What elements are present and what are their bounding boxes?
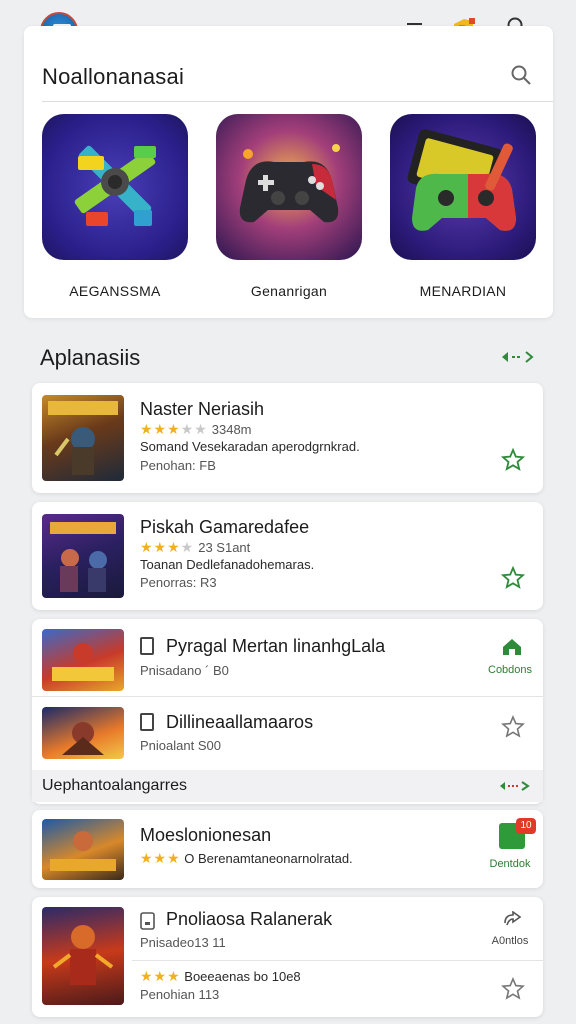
star-rating-icon: ★★★★ <box>140 539 195 555</box>
app-card[interactable]: Moeslonionesan ★★★ O Berenamtaneonarnolr… <box>32 810 543 888</box>
category-item[interactable]: AEGANSSMA <box>42 114 188 299</box>
app-description: Boeeaenas bo 10e8 <box>184 969 301 984</box>
app-subtext: Penohan: FB <box>140 458 216 473</box>
category-item[interactable]: Genanrigan <box>216 114 362 299</box>
favorite-star-icon[interactable] <box>501 714 525 739</box>
app-description: O Berenamtaneonarnolratad. <box>184 851 353 866</box>
app-subtext: Pnisadeo13 11 <box>140 935 226 950</box>
action-label[interactable]: Cobdons <box>488 664 532 676</box>
divider <box>132 960 543 961</box>
page-title: Noallonanasai <box>42 64 185 89</box>
list-item-title: Dillineaallamaaros <box>166 712 314 732</box>
list-item-subtext: Pnisadano ´ B0 <box>140 663 229 678</box>
subsection-more-arrow-icon[interactable] <box>498 778 532 799</box>
joystick-cross-icon <box>42 114 188 260</box>
section-more-arrow-icon[interactable] <box>500 348 536 371</box>
star-rating-icon: ★★★★★ <box>140 421 208 437</box>
section-title: Aplanasiis <box>40 345 141 370</box>
app-card[interactable]: Piskah Gamaredafee ★★★★ 23 S1ant Toanan D… <box>32 502 543 610</box>
app-thumbnail <box>42 907 124 1005</box>
subsection-header: Uephantoalangarres <box>32 770 543 802</box>
action-label[interactable]: Dentdok <box>488 858 532 870</box>
app-thumbnail <box>42 514 124 598</box>
app-title: Naster Neriasih <box>140 399 265 419</box>
app-title: Pnoliaosa Ralanerak <box>166 909 333 929</box>
app-description: Toanan Dedlefanadohemaras. <box>140 557 315 572</box>
category-label: Genanrigan <box>250 283 328 299</box>
select-checkbox[interactable] <box>140 713 154 731</box>
star-rating-icon: ★★★ <box>140 850 181 866</box>
card-search-icon[interactable] <box>508 62 534 88</box>
device-icon <box>140 912 156 935</box>
share-icon[interactable] <box>501 910 525 936</box>
list-item-title: Pyragal Mertan linanhgLala <box>166 636 386 656</box>
favorite-star-icon[interactable] <box>501 976 525 1001</box>
app-subtext: Penohian 113 <box>140 987 220 1002</box>
category-item[interactable]: MENARDIAN <box>390 114 536 299</box>
category-label: AEGANSSMA <box>69 283 161 299</box>
app-rating: ★★★★ 23 S1ant <box>140 539 250 556</box>
category-card: Noallonanasai AEGANSSMA Genanrigan MENAR… <box>24 26 553 318</box>
app-title: Piskah Gamaredafee <box>140 517 310 537</box>
gamepad-icon <box>216 114 362 260</box>
divider <box>32 696 543 697</box>
app-thumbnail <box>42 395 124 481</box>
favorite-star-icon[interactable] <box>500 447 526 472</box>
list-item-subtext: Pnioalant S00 <box>140 738 221 753</box>
app-subtext: Penorras: R3 <box>140 575 217 590</box>
category-label: MENARDIAN <box>419 283 507 299</box>
app-thumbnail <box>42 629 124 691</box>
favorite-star-icon[interactable] <box>500 565 526 590</box>
app-thumbnail <box>42 707 124 759</box>
app-description: Somand Vesekaradan aperodgrnkrad. <box>140 439 360 454</box>
app-thumbnail <box>42 819 124 880</box>
app-card[interactable]: Naster Neriasih ★★★★★ 3348m Somand Veseka… <box>32 383 543 493</box>
action-label[interactable]: A0ntlos <box>488 935 532 947</box>
app-card[interactable]: Pnoliaosa Ralanerak Pnisadeo13 11 A0ntlo… <box>32 897 543 1017</box>
divider <box>42 101 553 102</box>
app-rating: ★★★★★ 3348m <box>140 421 252 438</box>
rating-count: 23 S1ant <box>198 540 251 555</box>
green-gamepad-icon <box>390 114 536 260</box>
star-rating-icon: ★★★ <box>140 968 181 984</box>
notification-badge: 10 <box>516 818 536 834</box>
rating-count: 3348m <box>211 422 252 437</box>
app-rating: ★★★ O Berenamtaneonarnolratad. <box>140 850 353 867</box>
select-checkbox[interactable] <box>140 637 154 655</box>
app-title: Moeslonionesan <box>140 825 272 845</box>
app-rating: ★★★ Boeeaenas bo 10e8 <box>140 968 301 985</box>
home-icon[interactable] <box>501 637 523 662</box>
subsection-title: Uephantoalangarres <box>42 777 187 794</box>
